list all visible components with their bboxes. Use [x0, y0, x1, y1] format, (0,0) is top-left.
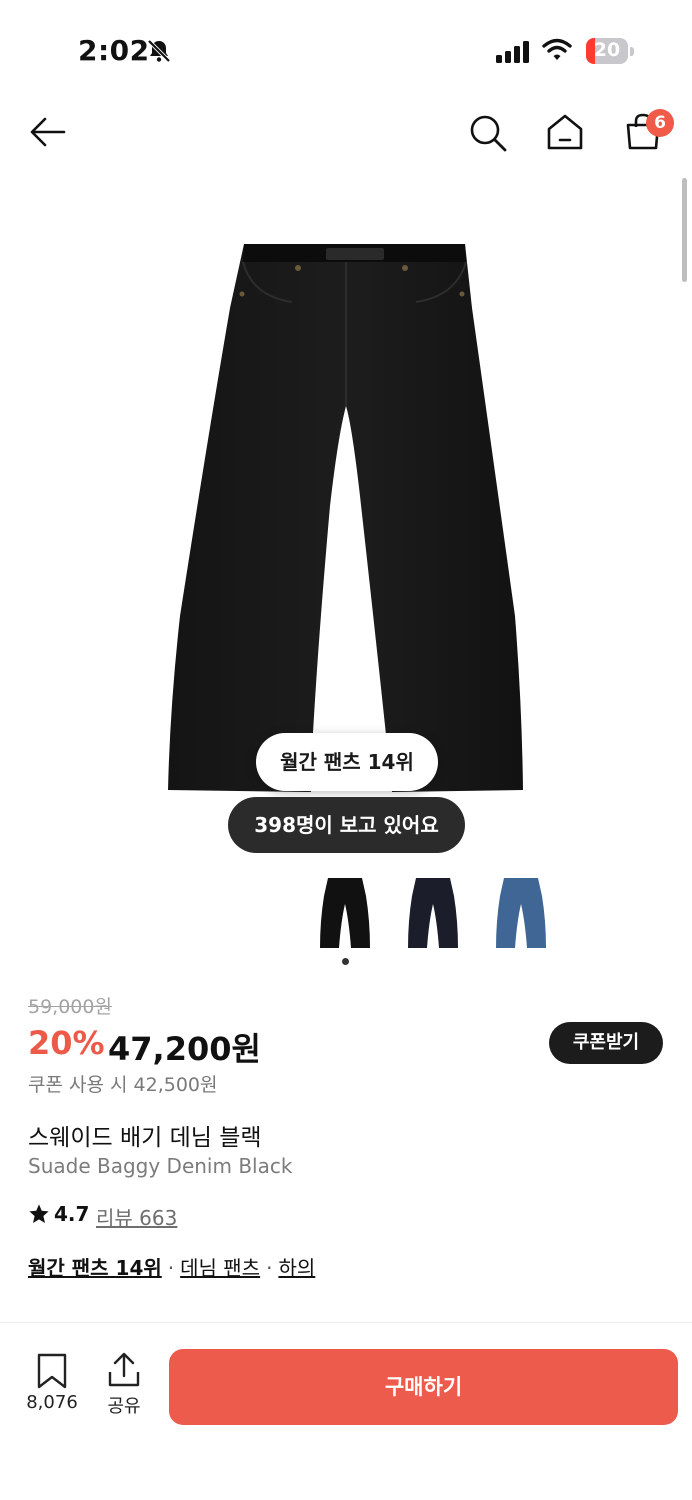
battery-cap: [630, 47, 634, 56]
separator-dot: ·: [266, 1256, 273, 1280]
category-link-bottoms[interactable]: 하의: [278, 1256, 315, 1280]
thumbnail-blue[interactable]: [490, 876, 552, 952]
back-arrow-icon[interactable]: [28, 112, 68, 152]
scrollbar[interactable]: [682, 178, 687, 282]
product-image[interactable]: [160, 236, 532, 798]
sale-price: 47,200원: [108, 1030, 261, 1068]
share-label[interactable]: 공유: [96, 1392, 152, 1418]
category-link-denim[interactable]: 데님 팬츠: [180, 1256, 260, 1280]
bell-muted-icon: [147, 39, 171, 63]
rating-value: 4.7: [54, 1202, 90, 1226]
category-breadcrumb: 월간 팬츠 14위 · 데님 팬츠 · 하의: [28, 1252, 315, 1281]
battery-level: 20: [593, 39, 621, 61]
status-time: 2:02: [78, 34, 150, 67]
original-price: 59,000원: [28, 996, 112, 1018]
bookmark-icon[interactable]: [36, 1353, 68, 1389]
wifi-icon: [542, 38, 572, 60]
home-icon[interactable]: [544, 112, 586, 152]
product-subtitle: Suade Baggy Denim Black: [28, 1154, 293, 1178]
viewers-badge: 398명이 보고 있어요: [228, 797, 465, 853]
divider: [0, 1322, 692, 1323]
discount-rate: 20%: [28, 1024, 105, 1062]
buy-button[interactable]: 구매하기: [169, 1349, 678, 1425]
rank-badge[interactable]: 월간 팬츠 14위: [256, 733, 438, 791]
thumbnail-navy[interactable]: [402, 876, 464, 952]
share-icon[interactable]: [106, 1352, 142, 1388]
cart-count-badge: 6: [646, 109, 674, 137]
product-title: 스웨이드 배기 데님 블랙: [28, 1125, 262, 1151]
reviews-link[interactable]: 리뷰 663: [96, 1202, 177, 1231]
coupon-price: 쿠폰 사용 시 42,500원: [28, 1074, 218, 1096]
get-coupon-button[interactable]: 쿠폰받기: [549, 1022, 663, 1064]
battery-indicator: 20: [586, 38, 628, 64]
page-indicator-dot: [342, 958, 349, 965]
category-link-rank[interactable]: 월간 팬츠 14위: [28, 1256, 162, 1280]
search-icon[interactable]: [468, 113, 508, 153]
thumbnail-black[interactable]: [314, 876, 376, 952]
cellular-signal-icon: [496, 41, 529, 63]
separator-dot: ·: [167, 1256, 175, 1280]
bookmark-count: 8,076: [26, 1392, 78, 1413]
star-icon: [29, 1204, 49, 1223]
